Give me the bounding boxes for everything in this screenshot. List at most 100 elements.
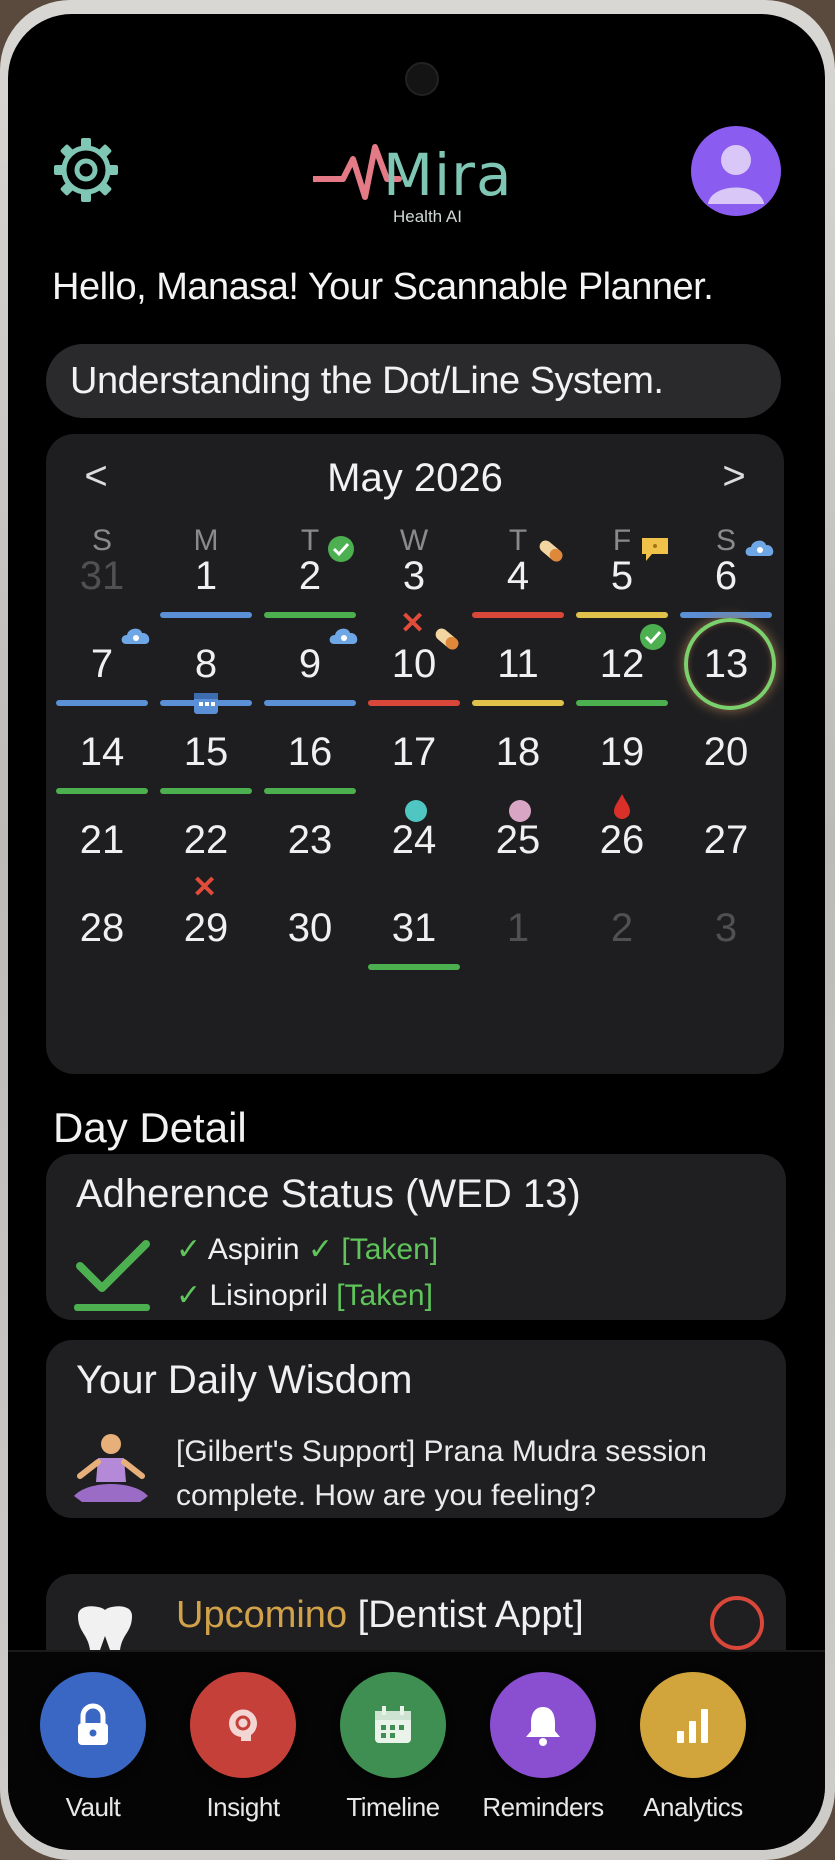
- chat-bubble-icon: [638, 534, 672, 569]
- check-icon: ✓: [176, 1233, 202, 1266]
- adherence-title: Adherence Status (WED 13): [76, 1172, 581, 1216]
- app-logo: Mira Health AI: [313, 129, 523, 239]
- pill-icon: [430, 622, 464, 661]
- calendar-day[interactable]: 26: [572, 816, 672, 896]
- day-number: 17: [391, 730, 437, 774]
- day-number: 25: [495, 818, 541, 862]
- calendar-day[interactable]: 1: [156, 552, 256, 632]
- day-number: 22: [183, 818, 229, 862]
- nav-label: Analytics: [643, 1792, 743, 1822]
- logo-subtitle: Health AI: [393, 207, 462, 226]
- calendar-day[interactable]: 2: [572, 904, 672, 984]
- calendar-day[interactable]: 24: [364, 816, 464, 896]
- day-number: 27: [703, 818, 749, 862]
- calendar-day[interactable]: 21: [52, 816, 152, 896]
- calendar-day[interactable]: 12: [572, 624, 672, 720]
- day-number: 20: [703, 730, 749, 774]
- month-calendar: < May 2026 > S M T W T F S 31 1 2 3 ✕ 4 5 6 7 8 9 10 11 12 13…: [46, 434, 784, 1074]
- green-line-marker: [264, 612, 356, 618]
- blue-line-marker: [264, 700, 356, 706]
- check-badge-icon: [326, 534, 356, 569]
- day-number: 21: [79, 818, 125, 862]
- day-number: 28: [79, 906, 125, 950]
- nav-label: Vault: [65, 1792, 121, 1822]
- med-name: Lisinopril: [209, 1279, 328, 1312]
- day-number: 2: [610, 906, 634, 950]
- nav-analytics-button[interactable]: Analytics: [628, 1672, 758, 1823]
- bottom-nav: Vault Insight Timeline Reminders Analytics: [8, 1650, 825, 1850]
- calendar-day[interactable]: 16: [260, 728, 360, 808]
- dot-line-system-button[interactable]: Understanding the Dot/Line System.: [46, 344, 781, 418]
- calendar-day[interactable]: 1: [468, 904, 568, 984]
- red-line-marker: [368, 700, 460, 706]
- calendar-day[interactable]: 14: [52, 728, 152, 808]
- calendar-badge-icon: [192, 690, 220, 721]
- day-detail-title: Day Detail: [53, 1104, 247, 1151]
- calendar-day[interactable]: 9: [260, 628, 360, 720]
- day-number: 31: [391, 906, 437, 950]
- day-number: 11: [497, 642, 539, 686]
- calendar-day[interactable]: 25: [468, 816, 568, 896]
- gear-icon[interactable]: [48, 132, 124, 208]
- day-number: 18: [495, 730, 541, 774]
- dot-line-system-label: Understanding the Dot/Line System.: [70, 359, 664, 402]
- upcoming-title: Upcomino: [176, 1594, 348, 1636]
- calendar-day[interactable]: 3 ✕: [364, 552, 464, 640]
- calendar-day[interactable]: 8: [156, 640, 256, 720]
- calendar-day[interactable]: 18: [468, 728, 568, 822]
- check-icon: ✓: [307, 1233, 334, 1266]
- day-number: 1: [194, 554, 218, 598]
- x-mark-icon: ✕: [192, 871, 218, 904]
- meditation-icon: [74, 1434, 148, 1502]
- day-number: 30: [287, 906, 333, 950]
- nav-vault-button[interactable]: Vault: [28, 1672, 158, 1823]
- calendar-day-today[interactable]: 13: [676, 618, 776, 720]
- calendar-day[interactable]: 31: [364, 904, 464, 984]
- nav-insight-button[interactable]: Insight: [178, 1672, 308, 1823]
- day-number: 3: [402, 554, 426, 598]
- adherence-card[interactable]: Adherence Status (WED 13) ✓ Aspirin ✓ [T…: [46, 1154, 786, 1320]
- cloud-icon: [742, 534, 778, 565]
- calendar-day[interactable]: 28: [52, 904, 152, 984]
- today-ring: [684, 618, 776, 710]
- brain-bulb-icon: [190, 1672, 296, 1778]
- nav-label: Timeline: [346, 1792, 440, 1822]
- calendar-day[interactable]: 7: [52, 628, 152, 720]
- bell-icon: [490, 1672, 596, 1778]
- calendar-day[interactable]: 20: [676, 728, 776, 808]
- day-number: 14: [79, 730, 125, 774]
- calendar-day[interactable]: 29: [156, 904, 256, 984]
- calendar-day[interactable]: 27: [676, 816, 776, 896]
- day-number: 8: [194, 642, 218, 686]
- cloud-icon: [326, 622, 362, 653]
- calendar-day[interactable]: 10: [364, 628, 464, 720]
- lock-icon: [40, 1672, 146, 1778]
- blue-line-marker: [56, 700, 148, 706]
- day-number: 15: [183, 730, 229, 774]
- calendar-day[interactable]: 17: [364, 728, 464, 822]
- calendar-day[interactable]: 15: [156, 728, 256, 808]
- calendar-day[interactable]: 11: [468, 640, 568, 720]
- big-check-icon: [74, 1240, 150, 1311]
- user-avatar-icon[interactable]: [691, 126, 781, 216]
- nav-reminders-button[interactable]: Reminders: [478, 1672, 608, 1823]
- front-camera: [405, 62, 439, 96]
- tooth-icon: [78, 1606, 132, 1650]
- next-month-button[interactable]: >: [709, 454, 759, 499]
- calendar-day[interactable]: 30: [260, 904, 360, 984]
- med-row-aspirin: ✓ Aspirin ✓ [Taken]: [176, 1232, 438, 1267]
- calendar-day[interactable]: 19: [572, 728, 672, 819]
- calendar-day[interactable]: 22 ✕: [156, 816, 256, 904]
- calendar-day[interactable]: 3: [676, 904, 776, 984]
- nav-timeline-button[interactable]: Timeline: [328, 1672, 458, 1823]
- calendar-day[interactable]: 23: [260, 816, 360, 896]
- day-number: 1: [506, 906, 530, 950]
- calendar-day[interactable]: 5: [572, 538, 672, 632]
- daily-wisdom-card[interactable]: Your Daily Wisdom [Gilbert's Support] Pr…: [46, 1340, 786, 1518]
- med-status: [Taken]: [336, 1279, 433, 1312]
- calendar-day[interactable]: 31: [52, 552, 152, 632]
- calendar-day[interactable]: 4: [468, 540, 568, 632]
- calendar-day[interactable]: 2: [260, 536, 360, 632]
- status-ring-icon: [710, 1596, 764, 1650]
- yellow-line-marker: [576, 612, 668, 618]
